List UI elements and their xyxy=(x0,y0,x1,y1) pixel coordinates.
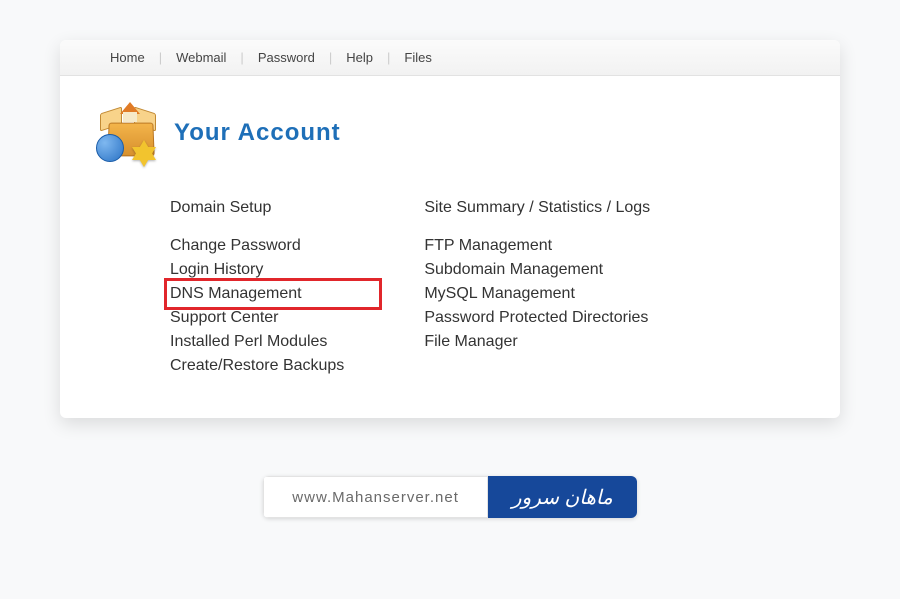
watermark-bar: www.Mahanserver.net ماهان سرور xyxy=(263,476,636,518)
link-site-summary[interactable]: Site Summary / Statistics / Logs xyxy=(424,196,650,220)
link-password-protected-directories[interactable]: Password Protected Directories xyxy=(424,306,650,330)
nav-files[interactable]: Files xyxy=(390,50,445,65)
link-mysql-management[interactable]: MySQL Management xyxy=(424,282,650,306)
nav-home[interactable]: Home xyxy=(96,50,159,65)
link-columns: Domain Setup Change Password Login Histo… xyxy=(96,196,804,378)
link-file-manager[interactable]: File Manager xyxy=(424,330,650,354)
globe-icon xyxy=(96,134,124,162)
control-panel-window: Home | Webmail | Password | Help | Files… xyxy=(60,40,840,418)
link-change-password[interactable]: Change Password xyxy=(170,234,344,258)
link-login-history[interactable]: Login History xyxy=(170,258,344,282)
top-navigation-bar: Home | Webmail | Password | Help | Files xyxy=(60,40,840,76)
link-ftp-management[interactable]: FTP Management xyxy=(424,234,650,258)
nav-help[interactable]: Help xyxy=(332,50,387,65)
title-row: Your Account xyxy=(96,98,804,168)
nav-password[interactable]: Password xyxy=(244,50,329,65)
content-area: Your Account Domain Setup Change Passwor… xyxy=(60,76,840,418)
right-column: Site Summary / Statistics / Logs FTP Man… xyxy=(424,196,650,378)
watermark-brand: ماهان سرور xyxy=(488,476,637,518)
watermark-url: www.Mahanserver.net xyxy=(263,476,488,518)
link-support-center[interactable]: Support Center xyxy=(170,306,344,330)
star-icon xyxy=(132,140,156,160)
link-domain-setup[interactable]: Domain Setup xyxy=(170,196,344,220)
link-subdomain-management[interactable]: Subdomain Management xyxy=(424,258,650,282)
left-column: Domain Setup Change Password Login Histo… xyxy=(170,196,344,378)
nav-webmail[interactable]: Webmail xyxy=(162,50,240,65)
page-title: Your Account xyxy=(174,119,341,147)
link-installed-perl-modules[interactable]: Installed Perl Modules xyxy=(170,330,344,354)
link-create-restore-backups[interactable]: Create/Restore Backups xyxy=(170,354,344,378)
account-icon xyxy=(96,98,166,168)
link-dns-management[interactable]: DNS Management xyxy=(170,282,344,306)
